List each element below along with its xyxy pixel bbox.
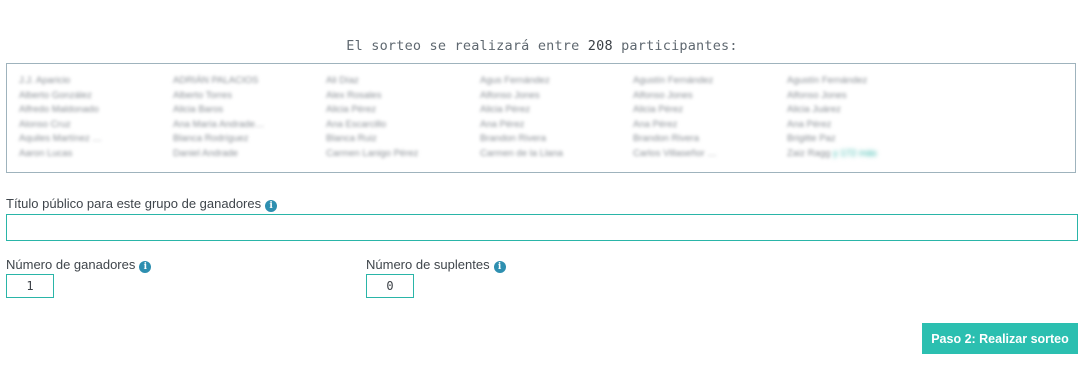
participant-column: J.J. Aparicio Alberto González Alfredo Mal… xyxy=(19,74,169,161)
participant-name: ADRIÁN PALACIOS xyxy=(173,75,259,86)
participant-name: Alex Rosales xyxy=(326,89,382,101)
participant-name: Carlos Villaseñor … xyxy=(633,147,717,159)
participant-name: Daniel Andrade xyxy=(173,147,238,159)
participant-name: Aquiles Martínez … xyxy=(19,133,102,144)
participant-name: Ana Pérez xyxy=(787,118,832,130)
participant-name: Ana Escarcillo xyxy=(326,118,387,130)
participant-column: ADRIÁN PALACIOS Alberto Torres Alicia Baro… xyxy=(173,74,323,161)
participant-name: Alicia Baros xyxy=(173,104,224,115)
participant-name: Ana María Andrade… xyxy=(173,118,265,130)
participant-name: Agustín Fernández xyxy=(633,75,714,86)
heading-suffix: participantes: xyxy=(612,38,738,54)
participant-name: Alonso Cruz xyxy=(19,118,71,130)
participant-name: Brandon Rivera xyxy=(480,133,547,144)
participant-name: Carmen de la Llana xyxy=(480,147,563,159)
draw-setup-page: El sorteo se realizará entre 208 partici… xyxy=(0,0,1089,381)
more-participants-link[interactable]: y 172 más xyxy=(833,148,877,159)
winners-field-label-text: Número de ganadores xyxy=(6,257,136,272)
info-icon[interactable]: i xyxy=(139,261,152,273)
participant-name: Ana Pérez xyxy=(633,118,678,130)
participant-name: Alicia Pérez xyxy=(480,104,531,115)
title-field-label: Título público para este grupo de ganado… xyxy=(6,196,278,212)
participant-name: Alberto González xyxy=(19,89,92,101)
substitutes-field-label: Número de suplentes i xyxy=(366,257,506,273)
participant-name: Carmen Lanigo Pérez xyxy=(326,147,419,159)
participant-name: Agus Fernández xyxy=(480,75,550,86)
info-icon[interactable]: i xyxy=(265,200,278,212)
public-title-input[interactable] xyxy=(6,214,1078,241)
participant-name: Alicia Pérez xyxy=(633,104,684,115)
winners-field-label: Número de ganadores i xyxy=(6,257,152,273)
participant-name: Alfonso Jones xyxy=(787,89,847,101)
participant-name-text: Zaiz Ragg xyxy=(787,147,831,159)
info-icon[interactable]: i xyxy=(493,261,506,273)
participant-name: Blanca Rodríguez xyxy=(173,133,249,144)
participant-name: Ana Pérez xyxy=(480,118,525,130)
participant-column: Agus Fernández Alfonso Jones Alicia Pérez A… xyxy=(480,74,630,161)
participant-name: Alberto Torres xyxy=(173,89,232,101)
participant-name: Agustín Fernández xyxy=(787,75,868,86)
participant-column: Agustín Fernández Alfonso Jones Alicia Pér… xyxy=(633,74,783,161)
participant-name: Zaiz Ragg y 172 más xyxy=(787,147,937,162)
participant-name: Alfredo Maldonado xyxy=(19,104,99,115)
substitutes-count-input[interactable] xyxy=(366,274,414,298)
participant-name: Aaron Lucas xyxy=(19,147,73,159)
participant-name: Alicia Pérez xyxy=(326,104,377,115)
participant-column: Ali Díaz Alex Rosales Alicia Pérez Ana Esca… xyxy=(326,74,476,161)
participant-name: Brandon Rivera xyxy=(633,133,700,144)
participant-name: Alicia Juárez xyxy=(787,104,841,115)
title-field-label-text: Título público para este grupo de ganado… xyxy=(6,196,262,211)
substitutes-field-label-text: Número de suplentes xyxy=(366,257,490,272)
participant-name: Alfonso Jones xyxy=(633,89,693,101)
participants-list: J.J. Aparicio Alberto González Alfredo Mal… xyxy=(6,63,1076,173)
participant-name: Blanca Ruiz xyxy=(326,133,377,144)
participant-name: Brigitte Paz xyxy=(787,133,836,144)
participant-name: Alfonso Jones xyxy=(480,89,540,101)
participant-column: Agustín Fernández Alfonso Jones Alicia Juá… xyxy=(787,74,937,161)
participants-heading: El sorteo se realizará entre 208 partici… xyxy=(0,38,1084,54)
run-draw-button[interactable]: Paso 2: Realizar sorteo xyxy=(922,323,1078,354)
participant-count: 208 xyxy=(587,38,613,54)
participant-name: J.J. Aparicio xyxy=(19,75,71,86)
heading-prefix: El sorteo se realizará entre xyxy=(346,38,588,54)
winners-count-input[interactable] xyxy=(6,274,54,298)
participant-name: Ali Díaz xyxy=(326,75,359,86)
